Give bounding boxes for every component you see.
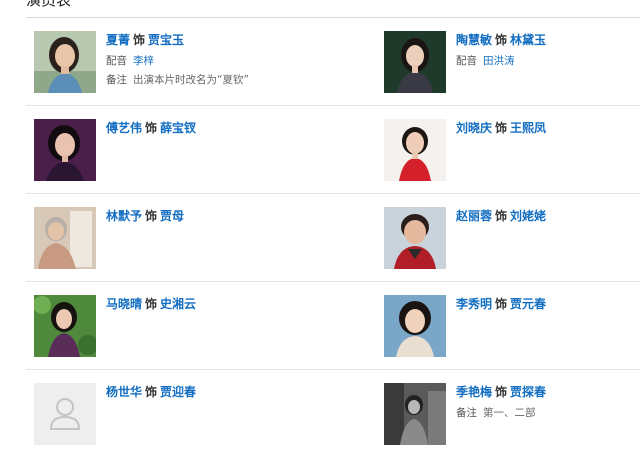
meta-key: 配音 — [106, 55, 127, 67]
cast-entry: 季艳梅饰贾探春 备注 第一、二部 — [384, 370, 640, 457]
meta-key: 备注 — [456, 407, 477, 419]
role-name[interactable]: 贾宝玉 — [148, 33, 184, 47]
actor-name[interactable]: 赵丽蓉 — [456, 209, 492, 223]
actor-photo[interactable] — [384, 295, 446, 357]
cast-info: 赵丽蓉饰刘姥姥 — [456, 207, 546, 225]
actor-name[interactable]: 林默予 — [106, 209, 142, 223]
actor-photo[interactable] — [384, 207, 446, 269]
role-name[interactable]: 贾迎春 — [160, 385, 196, 399]
cast-row: 林默予饰贾母 赵丽蓉饰刘姥姥 — [26, 194, 640, 282]
cast-info: 傅艺伟饰薛宝钗 — [106, 119, 196, 137]
user-silhouette-icon — [34, 383, 96, 445]
cast-entry: 杨世华饰贾迎春 — [34, 370, 374, 457]
actor-photo[interactable] — [34, 31, 96, 93]
dubbing-line: 配音 李梓 — [106, 53, 249, 69]
as-label: 饰 — [133, 33, 146, 47]
cast-info: 夏菁饰贾宝玉 配音 李梓 备注 出演本片时改名为“夏钦” — [106, 31, 249, 88]
as-label: 饰 — [145, 297, 158, 311]
actor-name[interactable]: 傅艺伟 — [106, 121, 142, 135]
cast-row: 夏菁饰贾宝玉 配音 李梓 备注 出演本片时改名为“夏钦” 陶慧敏 饰 林黛玉 配… — [26, 18, 640, 106]
as-label: 饰 — [495, 33, 508, 47]
cast-entry: 夏菁饰贾宝玉 配音 李梓 备注 出演本片时改名为“夏钦” — [34, 18, 374, 105]
actor-name[interactable]: 季艳梅 — [456, 385, 492, 399]
cast-info: 陶慧敏饰林黛玉 配音 田洪涛 — [456, 31, 546, 69]
meta-key: 备注 — [106, 74, 127, 86]
as-label: 饰 — [145, 209, 158, 223]
actor-name[interactable]: 李秀明 — [456, 297, 492, 311]
role-name[interactable]: 薛宝钗 — [160, 121, 196, 135]
actor-photo[interactable] — [384, 383, 446, 445]
actor-name[interactable]: 刘晓庆 — [456, 121, 492, 135]
cast-row: 傅艺伟饰薛宝钗 刘晓庆饰王熙凤 — [26, 106, 640, 194]
actor-photo[interactable] — [384, 119, 446, 181]
cast-section-title: 演员表 — [26, 0, 72, 9]
voice-actor-link[interactable]: 田洪涛 — [483, 55, 515, 67]
actor-photo[interactable] — [34, 207, 96, 269]
cast-entry: 林默予饰贾母 — [34, 194, 374, 281]
cast-info: 林默予饰贾母 — [106, 207, 184, 225]
note-line: 备注 第一、二部 — [456, 405, 546, 421]
role-name[interactable]: 贾母 — [160, 209, 184, 223]
cast-info: 杨世华饰贾迎春 — [106, 383, 196, 401]
meta-key: 配音 — [456, 55, 477, 67]
role-name[interactable]: 王熙凤 — [510, 121, 546, 135]
actor-name[interactable]: 夏菁 — [106, 33, 130, 47]
cast-entry: 李秀明饰贾元春 — [384, 282, 640, 369]
as-label: 饰 — [145, 121, 158, 135]
cast-info: 马晓晴饰史湘云 — [106, 295, 196, 313]
role-name[interactable]: 林黛玉 — [510, 33, 546, 47]
role-name[interactable]: 贾探春 — [510, 385, 546, 399]
note-text: 出演本片时改名为“夏钦” — [133, 74, 249, 86]
cast-info: 季艳梅饰贾探春 备注 第一、二部 — [456, 383, 546, 421]
dubbing-line: 配音 田洪涛 — [456, 53, 546, 69]
avatar-placeholder[interactable] — [34, 383, 96, 445]
note-text: 第一、二部 — [483, 407, 536, 419]
as-label: 饰 — [495, 297, 508, 311]
role-name[interactable]: 史湘云 — [160, 297, 196, 311]
actor-name[interactable]: 杨世华 — [106, 385, 142, 399]
as-label: 饰 — [495, 385, 508, 399]
cast-entry: 陶慧敏饰林黛玉 配音 田洪涛 — [384, 18, 640, 105]
role-name[interactable]: 贾元春 — [510, 297, 546, 311]
cast-entry: 刘晓庆饰王熙凤 — [384, 106, 640, 193]
actor-photo[interactable] — [34, 119, 96, 181]
cast-row: 马晓晴饰史湘云 李秀明饰贾元春 — [26, 282, 640, 370]
cast-entry: 马晓晴饰史湘云 — [34, 282, 374, 369]
note-line: 备注 出演本片时改名为“夏钦” — [106, 72, 249, 88]
actor-photo[interactable] — [34, 295, 96, 357]
cast-entry: 傅艺伟饰薛宝钗 — [34, 106, 374, 193]
as-label: 饰 — [145, 385, 158, 399]
cast-info: 刘晓庆饰王熙凤 — [456, 119, 546, 137]
cast-row: 杨世华饰贾迎春 季艳梅饰贾探春 备注 第一、二部 — [26, 370, 640, 460]
voice-actor-link[interactable]: 李梓 — [133, 55, 154, 67]
as-label: 饰 — [495, 209, 508, 223]
actor-name[interactable]: 马晓晴 — [106, 297, 142, 311]
cast-info: 李秀明饰贾元春 — [456, 295, 546, 313]
as-label: 饰 — [495, 121, 508, 135]
actor-photo[interactable] — [384, 31, 446, 93]
actor-name[interactable]: 陶慧敏 — [456, 33, 492, 47]
cast-list: 夏菁饰贾宝玉 配音 李梓 备注 出演本片时改名为“夏钦” 陶慧敏 饰 林黛玉 配… — [26, 18, 640, 460]
cast-entry: 赵丽蓉饰刘姥姥 — [384, 194, 640, 281]
role-name[interactable]: 刘姥姥 — [510, 209, 546, 223]
